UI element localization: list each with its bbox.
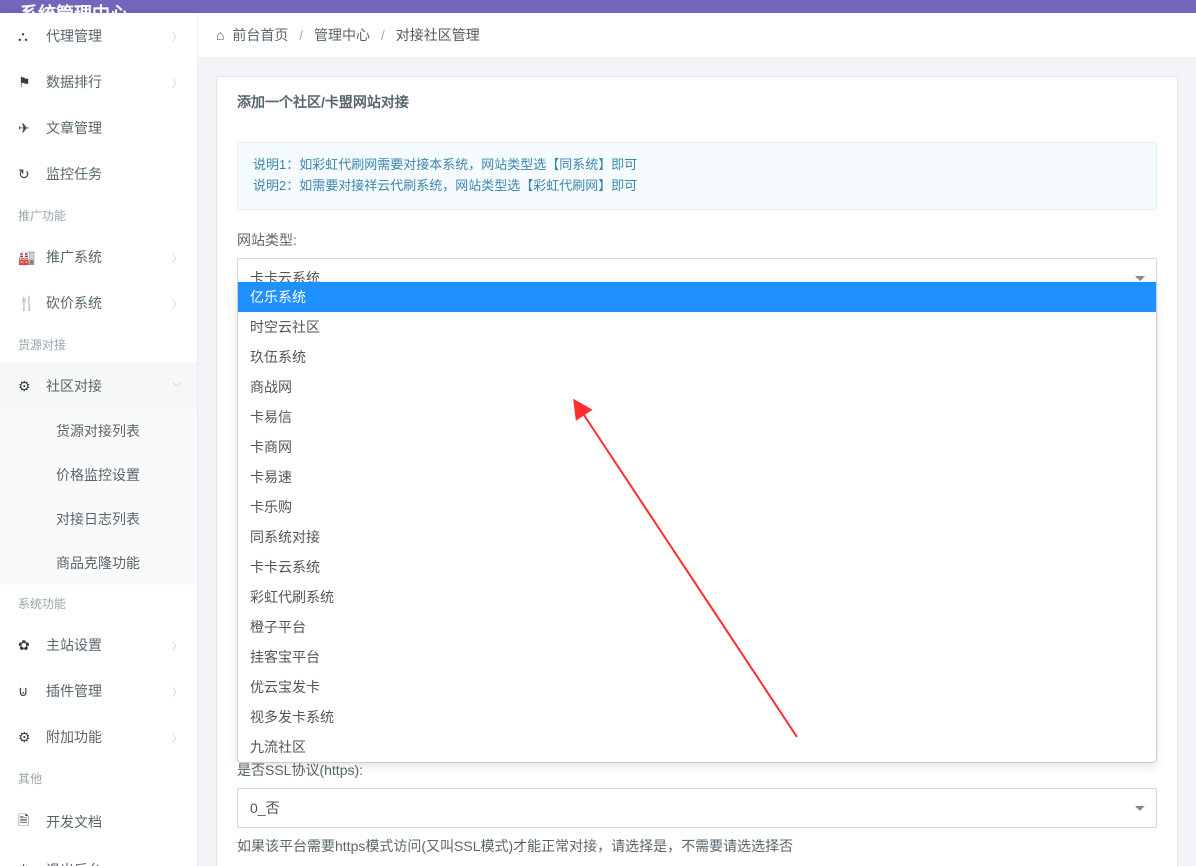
sidebar-item-logout[interactable]: ⏻ 退出后台: [0, 847, 197, 866]
sidebar-label: 附加功能: [46, 727, 102, 747]
factory-icon: 🏭: [18, 249, 46, 266]
type-option[interactable]: 卡商网: [238, 432, 1156, 462]
type-option[interactable]: 时空云社区: [238, 312, 1156, 342]
sidebar-label: 开发文档: [46, 812, 102, 832]
type-option[interactable]: 优云宝发卡: [238, 672, 1156, 702]
sidebar-item-agent[interactable]: ⛬ 代理管理 〉: [0, 13, 197, 59]
type-option[interactable]: 商战网: [238, 372, 1156, 402]
sidebar: ⛬ 代理管理 〉 ⚑ 数据排行 〉 ✈ 文章管理 ↻ 监控任务 推广功能 🏭 推…: [0, 13, 198, 866]
sidebar-label: 插件管理: [46, 681, 102, 701]
document-icon: 🗎: [18, 810, 46, 834]
sidebar-sub-log-list[interactable]: 对接日志列表: [0, 497, 197, 541]
sidebar-item-bargain-sys[interactable]: 🍴 砍价系统 〉: [0, 280, 197, 326]
flag-icon: ⚑: [18, 74, 46, 91]
chevron-right-icon: 〉: [172, 29, 182, 44]
sidebar-group-other: 其他: [0, 760, 197, 797]
type-option[interactable]: 卡乐购: [238, 492, 1156, 522]
sidebar-item-plugin[interactable]: ⊍ 插件管理 〉: [0, 668, 197, 714]
ssl-hint: 如果该平台需要https模式访问(又叫SSL模式)才能正常对接，请选择是，不需要…: [237, 836, 1157, 856]
magnet-icon: ⊍: [18, 683, 46, 700]
send-icon: ✈: [18, 120, 46, 137]
sidebar-label: 主站设置: [46, 635, 102, 655]
topbar: 系统管理中心: [0, 0, 1196, 13]
type-label: 网站类型:: [237, 230, 1157, 250]
sidebar-label: 推广系统: [46, 247, 102, 267]
sidebar-label: 监控任务: [46, 164, 102, 184]
sidebar-item-monitor[interactable]: ↻ 监控任务: [0, 151, 197, 197]
sidebar-label: 代理管理: [46, 26, 102, 46]
sidebar-label: 社区对接: [46, 376, 102, 396]
sidebar-group-sys: 系统功能: [0, 585, 197, 622]
info-box: 说明1：如彩虹代刷网需要对接本系统，网站类型选【同系统】即可 说明2：如需要对接…: [237, 142, 1157, 210]
chevron-down-icon: ﹀: [172, 379, 182, 394]
type-option[interactable]: 卡易信: [238, 402, 1156, 432]
chevron-right-icon: 〉: [172, 638, 182, 653]
sidebar-item-promo-sys[interactable]: 🏭 推广系统 〉: [0, 234, 197, 280]
hierarchy-icon: ⛬: [18, 28, 46, 45]
type-option[interactable]: 玖伍系统: [238, 342, 1156, 372]
sidebar-label: 文章管理: [46, 118, 102, 138]
sidebar-item-community[interactable]: ⚙ 社区对接 ﹀: [0, 363, 197, 409]
info-line-2: 说明2：如需要对接祥云代刷系统，网站类型选【彩虹代刷网】即可: [253, 176, 1141, 197]
sidebar-item-rank[interactable]: ⚑ 数据排行 〉: [0, 59, 197, 105]
gear-icon: ✿: [18, 637, 46, 654]
panel-title: 添加一个社区/卡盟网站对接: [217, 77, 1177, 127]
chevron-right-icon: 〉: [172, 684, 182, 699]
type-option[interactable]: 同系统对接: [238, 522, 1156, 552]
power-icon: ⏻: [18, 862, 46, 866]
sidebar-label: 数据排行: [46, 72, 102, 92]
type-option[interactable]: 彩虹代刷系统: [238, 582, 1156, 612]
gears-icon: ⚙: [18, 378, 46, 395]
sidebar-group-source: 货源对接: [0, 326, 197, 363]
sidebar-label: 砍价系统: [46, 293, 102, 313]
crumb-current: 对接社区管理: [396, 27, 480, 43]
chevron-right-icon: 〉: [172, 296, 182, 311]
type-option[interactable]: 亿乐系统: [238, 282, 1156, 312]
type-option[interactable]: 卡易速: [238, 462, 1156, 492]
sidebar-sub-source-list[interactable]: 货源对接列表: [0, 409, 197, 453]
sidebar-sub-clone[interactable]: 商品克隆功能: [0, 541, 197, 585]
type-option[interactable]: 卡卡云系统: [238, 552, 1156, 582]
chevron-right-icon: 〉: [172, 730, 182, 745]
type-option[interactable]: 橙子平台: [238, 612, 1156, 642]
crumb-home[interactable]: 前台首页: [232, 27, 288, 43]
main-content: ⌂ 前台首页 / 管理中心 / 对接社区管理 添加一个社区/卡盟网站对接 说明1…: [198, 13, 1196, 866]
crumb-mgmt[interactable]: 管理中心: [314, 27, 370, 43]
sidebar-item-article[interactable]: ✈ 文章管理: [0, 105, 197, 151]
sidebar-item-main-setting[interactable]: ✿ 主站设置 〉: [0, 622, 197, 668]
type-option[interactable]: 九流社区: [238, 732, 1156, 762]
brand-title: 系统管理中心: [20, 4, 128, 13]
chevron-right-icon: 〉: [172, 250, 182, 265]
sidebar-sub-price-monitor[interactable]: 价格监控设置: [0, 453, 197, 497]
type-dropdown: 亿乐系统时空云社区玖伍系统商战网卡易信卡商网卡易速卡乐购同系统对接卡卡云系统彩虹…: [237, 282, 1157, 763]
sidebar-item-dev-doc[interactable]: 🗎 开发文档: [0, 797, 197, 847]
sidebar-item-addon[interactable]: ⚙ 附加功能 〉: [0, 714, 197, 760]
breadcrumb: ⌂ 前台首页 / 管理中心 / 对接社区管理: [198, 13, 1196, 58]
info-line-1: 说明1：如彩虹代刷网需要对接本系统，网站类型选【同系统】即可: [253, 155, 1141, 176]
sidebar-label: 退出后台: [46, 860, 102, 866]
type-option[interactable]: 挂客宝平台: [238, 642, 1156, 672]
home-icon: ⌂: [216, 27, 224, 43]
cog-icon: ⚙: [18, 729, 46, 746]
sidebar-group-promo: 推广功能: [0, 197, 197, 234]
panel: 添加一个社区/卡盟网站对接 说明1：如彩虹代刷网需要对接本系统，网站类型选【同系…: [216, 76, 1178, 866]
ssl-select[interactable]: 0_否: [237, 788, 1157, 828]
chevron-right-icon: 〉: [172, 75, 182, 90]
type-option[interactable]: 视多发卡系统: [238, 702, 1156, 732]
loop-icon: ↻: [18, 166, 46, 183]
restaurant-icon: 🍴: [18, 295, 46, 312]
